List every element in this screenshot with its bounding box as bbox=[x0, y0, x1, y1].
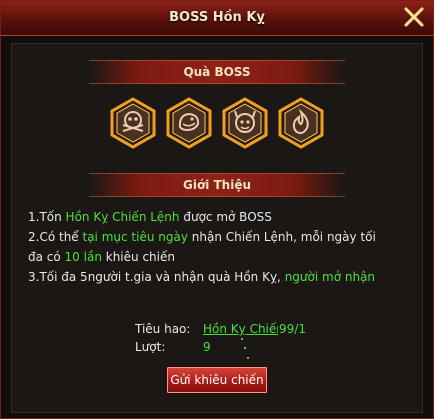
skull-crossbones-icon bbox=[110, 97, 156, 149]
intro-line-2: 2.Có thể tại mục tiêu ngày nhận Chiến Lệ… bbox=[28, 227, 418, 247]
cost-label: Tiêu hao: bbox=[135, 322, 191, 336]
intro-line-3: 3.Tối đa 5người t.gia và nhận quà Hồn Kỵ… bbox=[28, 267, 418, 287]
turns-row: Lượt: 9 bbox=[135, 337, 375, 357]
send-challenge-button[interactable]: Gửi khiêu chiến bbox=[166, 366, 268, 394]
rewards-header: Quà BOSS bbox=[89, 60, 345, 84]
cost-row: Tiêu hao: Hồn Kỵ Chiến Lệnh 99/1 bbox=[135, 319, 375, 339]
sparkle-effect bbox=[244, 347, 246, 349]
intro-text: 1.Tốn Hồn Kỵ Chiến Lệnh được mở BOSS 2.C… bbox=[28, 207, 418, 287]
reward-item-2[interactable] bbox=[165, 97, 213, 149]
sparkle-effect bbox=[241, 338, 243, 340]
intro-header: Giới Thiệu bbox=[89, 173, 345, 197]
close-icon[interactable] bbox=[403, 6, 425, 28]
opener-highlight: người mở nhận bbox=[284, 270, 376, 284]
turns-label: Lượt: bbox=[135, 340, 166, 354]
dialog-title: BOSS Hồn Kỵ bbox=[169, 10, 265, 25]
text: nhận Chiến Lệnh, mỗi ngày tối bbox=[187, 230, 376, 244]
reward-item-3[interactable] bbox=[221, 97, 269, 149]
intro-line-1: 1.Tốn Hồn Kỵ Chiến Lệnh được mở BOSS bbox=[28, 207, 418, 227]
daily-target-link[interactable]: tại mục tiêu ngày bbox=[83, 230, 188, 244]
intro-line-2b: đa có 10 lần khiêu chiến bbox=[28, 247, 418, 267]
item-link[interactable]: Hồn Kỵ Chiến Lệnh bbox=[66, 210, 180, 224]
flame-orb-icon bbox=[278, 97, 324, 149]
text: đa có bbox=[28, 250, 65, 264]
reward-list bbox=[97, 97, 337, 157]
text: 1.Tốn bbox=[28, 210, 66, 224]
text: được mở BOSS bbox=[179, 210, 272, 224]
text: 3.Tối đa 5người t.gia và nhận quà Hồn Kỵ… bbox=[28, 270, 285, 284]
reward-item-1[interactable] bbox=[109, 97, 157, 149]
sparkle-effect bbox=[247, 357, 249, 359]
boss-dialog: BOSS Hồn Kỵ Quà BOSS Giới Thiệu 1.Tốn Hồ… bbox=[0, 0, 434, 419]
dragon-head-icon bbox=[166, 97, 212, 149]
text: khiêu chiến bbox=[101, 250, 175, 264]
title-bar: BOSS Hồn Kỵ bbox=[1, 1, 433, 36]
limit-highlight: 10 lần bbox=[64, 250, 102, 264]
reward-item-4[interactable] bbox=[277, 97, 325, 149]
text: 2.Có thể bbox=[28, 230, 83, 244]
cost-item-link[interactable]: Hồn Kỵ Chiến Lệnh bbox=[203, 319, 278, 339]
cost-count: 99/1 bbox=[279, 322, 306, 336]
turns-value: 9 bbox=[203, 340, 211, 354]
demon-face-icon bbox=[222, 97, 268, 149]
